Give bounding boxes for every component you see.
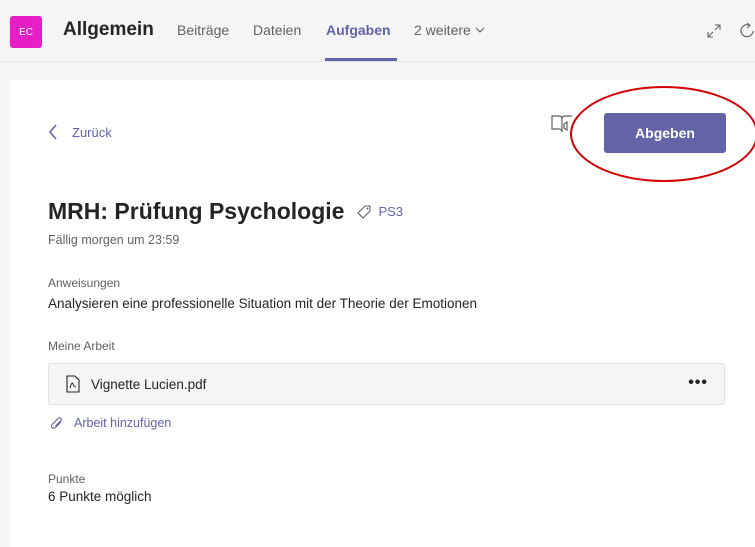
assignment-tag[interactable]: PS3 — [356, 204, 403, 220]
add-work-link[interactable]: Arbeit hinzufügen — [50, 416, 171, 430]
expand-icon[interactable] — [707, 24, 721, 38]
tab-aufgaben[interactable]: Aufgaben — [326, 22, 391, 38]
more-options-button[interactable]: ••• — [688, 374, 708, 392]
chevron-down-icon — [475, 27, 485, 33]
file-name: Vignette Lucien.pdf — [91, 376, 207, 392]
chevron-left-icon — [48, 124, 57, 140]
instructions-text: Analysieren eine professionelle Situatio… — [48, 296, 477, 311]
due-date: Fällig morgen um 23:59 — [48, 233, 180, 247]
points-label: Punkte — [48, 472, 86, 486]
tab-more-label: 2 weitere — [414, 22, 471, 38]
tag-label: PS3 — [378, 204, 404, 219]
tag-icon — [357, 204, 372, 219]
back-label: Zurück — [72, 124, 112, 140]
annotation-circle — [570, 86, 755, 182]
pdf-file-icon — [66, 375, 80, 393]
channel-title: Allgemein — [63, 19, 154, 40]
active-tab-indicator — [325, 58, 397, 61]
tab-more[interactable]: 2 weitere — [414, 22, 485, 38]
team-avatar[interactable]: EC — [10, 16, 42, 48]
assignment-title-row: MRH: Prüfung Psychologie PS3 — [48, 198, 403, 225]
tab-beitraege[interactable]: Beiträge — [177, 22, 229, 38]
add-work-label: Arbeit hinzufügen — [74, 416, 172, 430]
file-attachment[interactable]: Vignette Lucien.pdf ••• — [48, 363, 725, 405]
instructions-label: Anweisungen — [48, 276, 121, 290]
assignment-title: MRH: Prüfung Psychologie — [48, 198, 345, 224]
paperclip-icon — [50, 417, 62, 429]
points-value: 6 Punkte möglich — [48, 489, 152, 504]
channel-header: EC Allgemein Beiträge Dateien Aufgaben 2… — [0, 0, 755, 62]
refresh-icon[interactable] — [738, 22, 755, 39]
assignment-panel: Zurück Abgeben MRH: Prüfung Psychologie … — [10, 80, 755, 547]
back-link[interactable]: Zurück — [48, 124, 112, 140]
my-work-label: Meine Arbeit — [48, 339, 115, 353]
tab-dateien[interactable]: Dateien — [253, 22, 301, 38]
